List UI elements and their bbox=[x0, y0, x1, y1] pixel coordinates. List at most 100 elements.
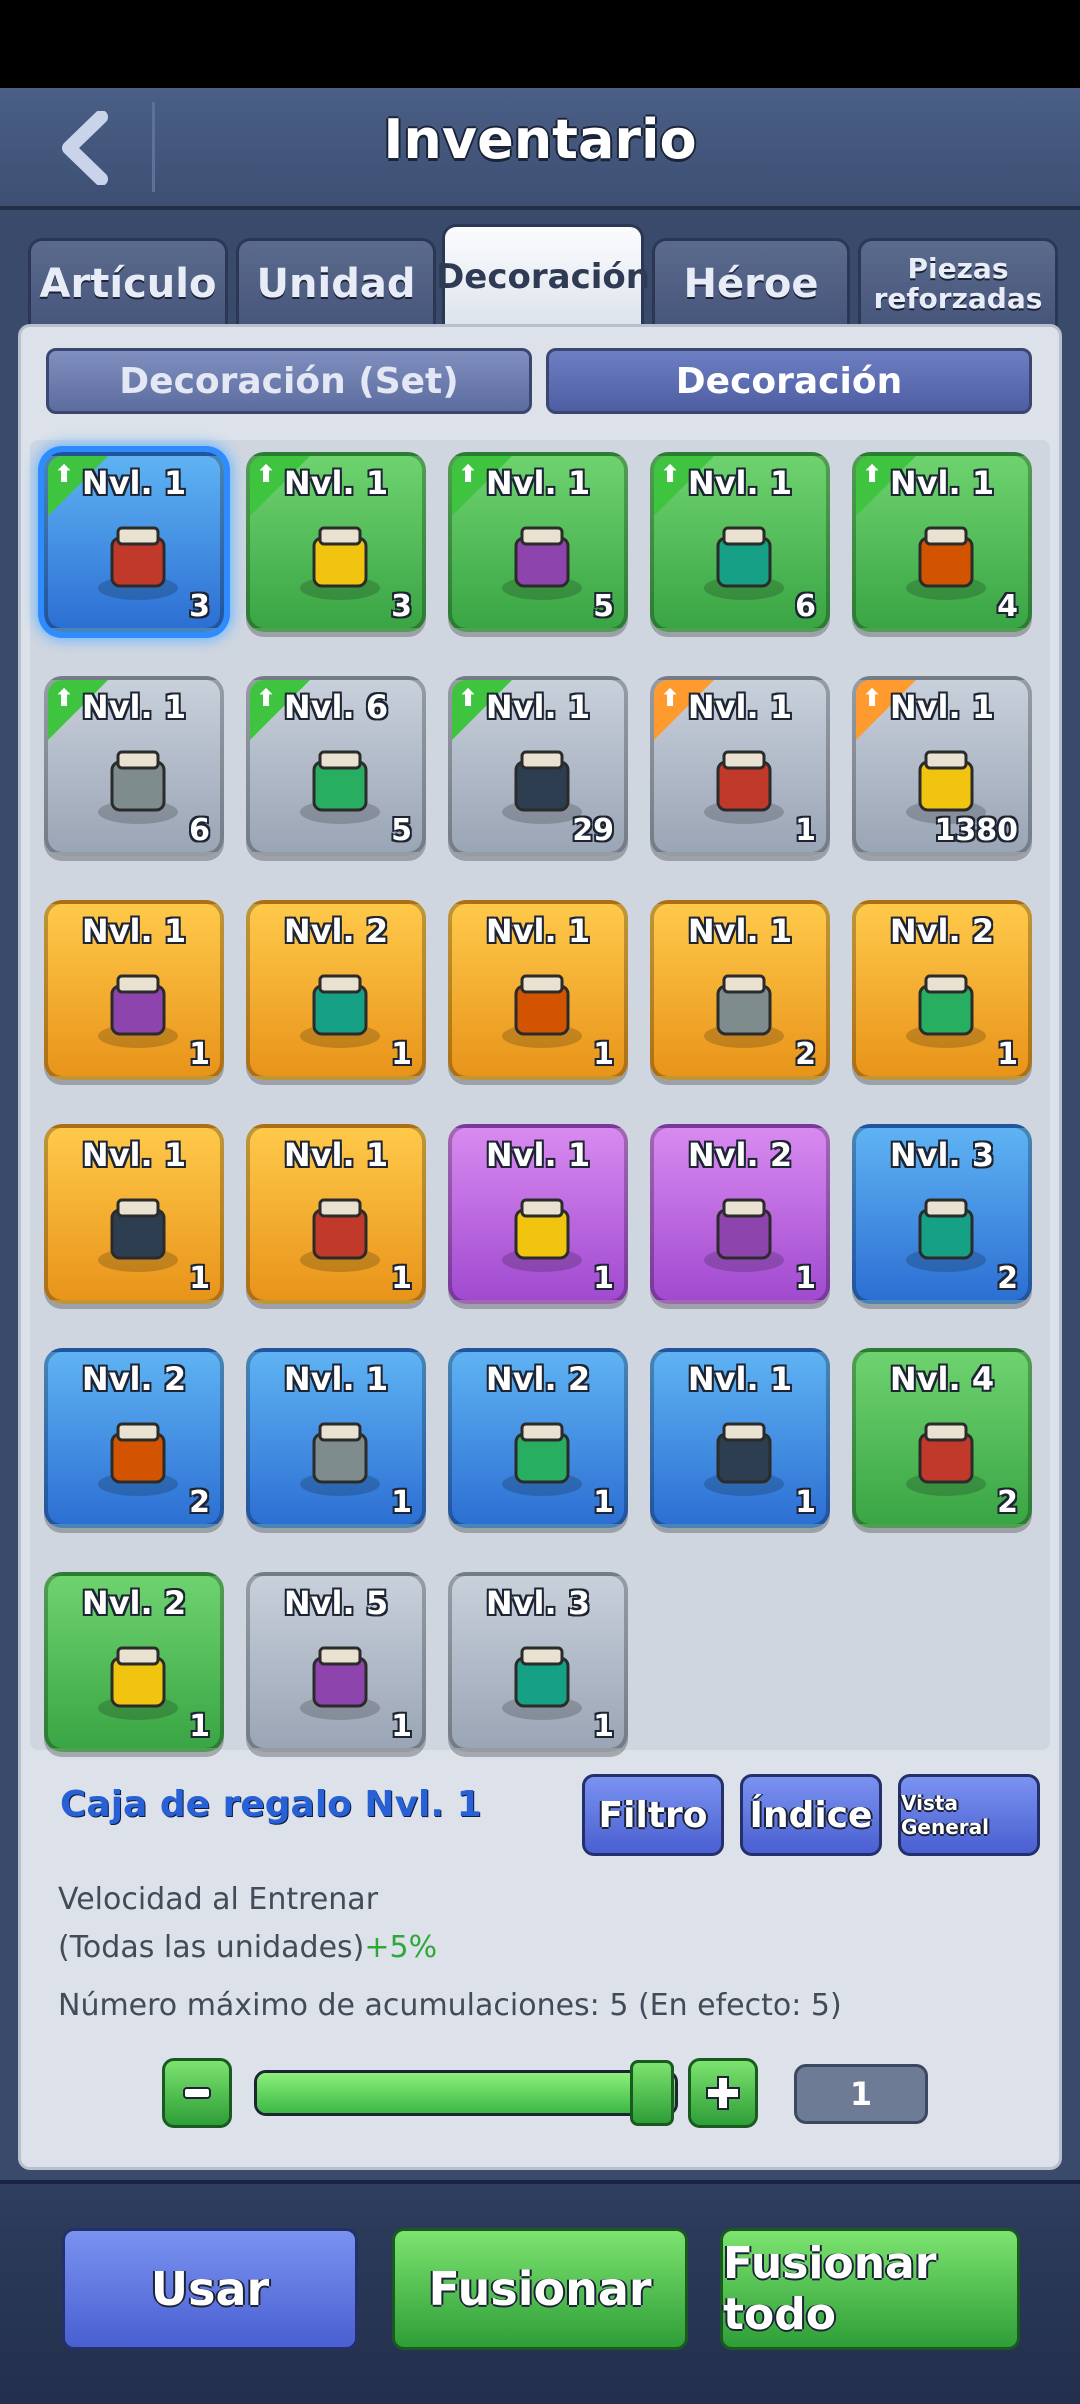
slider-thumb[interactable] bbox=[630, 2060, 674, 2126]
fountain-icon bbox=[704, 1422, 784, 1496]
item-level: Nvl. 2 bbox=[485, 1360, 591, 1398]
merge-button[interactable]: Fusionar bbox=[392, 2228, 688, 2350]
inventory-item[interactable]: ⬆ Nvl. 16 bbox=[650, 452, 830, 632]
inventory-item[interactable]: Nvl. 2 1 bbox=[852, 900, 1032, 1080]
inventory-item[interactable]: ⬆ Nvl. 13 bbox=[44, 452, 224, 632]
tab-label: Piezas reforzadas bbox=[873, 252, 1043, 315]
inventory-item[interactable]: Nvl. 1 1 bbox=[448, 900, 628, 1080]
item-quantity: 5 bbox=[391, 813, 412, 848]
item-level: Nvl. 4 bbox=[889, 1360, 995, 1398]
item-quantity: 2 bbox=[997, 1485, 1018, 1520]
tab-unidad[interactable]: Unidad bbox=[236, 238, 436, 327]
inventory-item[interactable]: ⬆ Nvl. 14 bbox=[852, 452, 1032, 632]
overview-button[interactable]: Vista General bbox=[898, 1774, 1040, 1856]
use-label: Usar bbox=[150, 2262, 270, 2316]
selected-item-name: Caja de regalo Nvl. 1 bbox=[60, 1784, 482, 1825]
merge-all-button[interactable]: Fusionar todo bbox=[720, 2228, 1020, 2350]
shop-building-icon bbox=[906, 974, 986, 1048]
item-grid bbox=[30, 440, 1050, 1750]
item-quantity: 3 bbox=[391, 589, 412, 624]
inventory-item[interactable]: Nvl. 4 2 bbox=[852, 1348, 1032, 1528]
tab-piezas-reforzadas[interactable]: Piezas reforzadas bbox=[858, 238, 1058, 327]
inventory-item[interactable]: ⬆ Nvl. 15 bbox=[448, 452, 628, 632]
fence-icon bbox=[98, 1198, 178, 1272]
inventory-item[interactable]: ⬆ Nvl. 65 bbox=[246, 676, 426, 856]
subtab-decoracion[interactable]: Decoración bbox=[546, 348, 1032, 414]
index-button[interactable]: Índice bbox=[740, 1774, 882, 1856]
item-level: Nvl. 1 bbox=[485, 912, 591, 950]
tower-icon bbox=[300, 1646, 380, 1720]
inventory-item[interactable]: Nvl. 5 1 bbox=[246, 1572, 426, 1752]
item-level: Nvl. 2 bbox=[687, 1136, 793, 1174]
filter-label: Filtro bbox=[598, 1794, 708, 1836]
inventory-item[interactable]: ⬆ Nvl. 16 bbox=[44, 676, 224, 856]
item-quantity: 1 bbox=[391, 1037, 412, 1072]
item-quantity: 2 bbox=[189, 1485, 210, 1520]
tab-decoracion[interactable]: Decoración bbox=[436, 224, 650, 327]
quantity-slider[interactable] bbox=[254, 2070, 678, 2116]
inventory-item[interactable]: Nvl. 2 1 bbox=[44, 1572, 224, 1752]
item-level: Nvl. 1 bbox=[81, 1136, 187, 1174]
item-level: Nvl. 6 bbox=[283, 688, 389, 726]
item-quantity: 1 bbox=[189, 1709, 210, 1744]
item-level: Nvl. 2 bbox=[81, 1584, 187, 1622]
tab-label: Decoración bbox=[436, 257, 650, 297]
top-bar: Inventario bbox=[0, 88, 1080, 210]
inventory-item[interactable]: Nvl. 1 1 bbox=[44, 900, 224, 1080]
cake-icon bbox=[502, 974, 582, 1048]
inventory-item[interactable]: ⬆ Nvl. 11 bbox=[650, 676, 830, 856]
plus-icon bbox=[706, 2076, 740, 2110]
item-quantity: 29 bbox=[572, 813, 614, 848]
item-level: Nvl. 1 bbox=[283, 1136, 389, 1174]
item-level: Nvl. 5 bbox=[283, 1584, 389, 1622]
golden-carriage-icon bbox=[98, 974, 178, 1048]
item-level: Nvl. 2 bbox=[81, 1360, 187, 1398]
item-quantity: 1 bbox=[593, 1261, 614, 1296]
tree-icon bbox=[98, 750, 178, 824]
tab-label: Héroe bbox=[683, 261, 819, 307]
inventory-item[interactable]: ⬆ Nvl. 1 29 bbox=[448, 676, 628, 856]
item-quantity: 6 bbox=[189, 813, 210, 848]
inventory-item[interactable]: Nvl. 2 1 bbox=[650, 1124, 830, 1304]
item-quantity: 1 bbox=[795, 813, 816, 848]
inventory-item[interactable]: Nvl. 1 1 bbox=[246, 1348, 426, 1528]
inventory-item[interactable]: ⬆ Nvl. 13 bbox=[246, 452, 426, 632]
bench-icon bbox=[906, 1198, 986, 1272]
inventory-item[interactable]: Nvl. 1 1 bbox=[650, 1348, 830, 1528]
tab-heroe[interactable]: Héroe bbox=[652, 238, 850, 327]
filter-button[interactable]: Filtro bbox=[582, 1774, 724, 1856]
merge-label: Fusionar bbox=[428, 2262, 652, 2316]
inventory-item[interactable]: Nvl. 2 1 bbox=[448, 1348, 628, 1528]
item-level: Nvl. 1 bbox=[687, 912, 793, 950]
tab-articulo[interactable]: Artículo bbox=[28, 238, 228, 327]
bench-icon bbox=[98, 1422, 178, 1496]
balloon-bunch-icon bbox=[704, 1198, 784, 1272]
item-quantity: 1 bbox=[189, 1261, 210, 1296]
item-quantity: 1 bbox=[795, 1261, 816, 1296]
item-quantity: 1 bbox=[391, 1485, 412, 1520]
increase-button[interactable] bbox=[688, 2058, 758, 2128]
fountain-icon bbox=[502, 1422, 582, 1496]
inventory-item[interactable]: Nvl. 1 1 bbox=[448, 1124, 628, 1304]
inventory-item[interactable]: Nvl. 2 1 bbox=[246, 900, 426, 1080]
inventory-item[interactable]: Nvl. 3 1 bbox=[448, 1572, 628, 1752]
inventory-item[interactable]: Nvl. 1 1 bbox=[246, 1124, 426, 1304]
inventory-item[interactable]: Nvl. 2 2 bbox=[44, 1348, 224, 1528]
inventory-item[interactable]: Nvl. 1 2 bbox=[650, 900, 830, 1080]
item-quantity: 1 bbox=[593, 1485, 614, 1520]
item-level: Nvl. 1 bbox=[687, 464, 793, 502]
item-quantity: 1 bbox=[593, 1709, 614, 1744]
subtab-decoracion-set[interactable]: Decoración (Set) bbox=[46, 348, 532, 414]
item-quantity: 1 bbox=[391, 1709, 412, 1744]
inventory-item[interactable]: Nvl. 3 2 bbox=[852, 1124, 1032, 1304]
minus-icon bbox=[183, 2087, 211, 2099]
lantern-icon bbox=[906, 1422, 986, 1496]
decrease-button[interactable] bbox=[162, 2058, 232, 2128]
inventory-item[interactable]: Nvl. 1 1 bbox=[44, 1124, 224, 1304]
item-quantity: 1 bbox=[997, 1037, 1018, 1072]
lantern-icon bbox=[98, 1646, 178, 1720]
item-level: Nvl. 1 bbox=[81, 688, 187, 726]
use-button[interactable]: Usar bbox=[62, 2228, 358, 2350]
inventory-item[interactable]: ⬆ Nvl. 1 1380 bbox=[852, 676, 1032, 856]
item-quantity: 1 bbox=[189, 1037, 210, 1072]
